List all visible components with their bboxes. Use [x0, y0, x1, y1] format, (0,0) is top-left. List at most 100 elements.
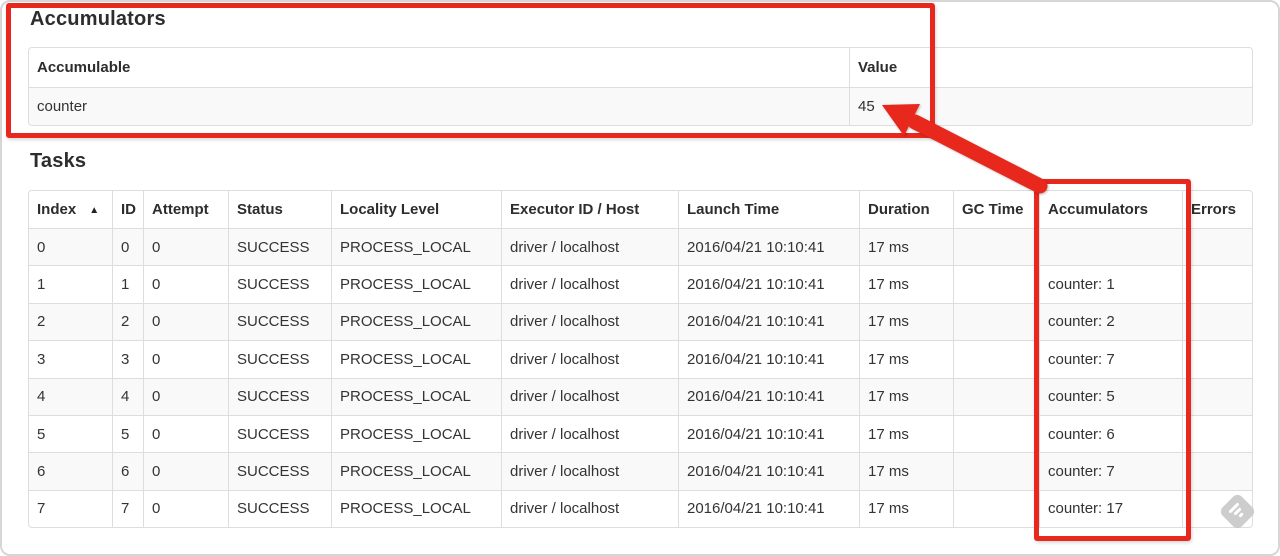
cell: PROCESS_LOCAL: [331, 452, 501, 490]
cell: driver / localhost: [501, 228, 678, 266]
cell: 7: [29, 489, 112, 527]
table-row: 3 3 0 SUCCESS PROCESS_LOCAL driver / localhos…: [29, 340, 1252, 378]
cell: [1182, 452, 1252, 490]
cell: 0: [143, 265, 228, 303]
cell: 5: [29, 414, 112, 452]
tasks-section-heading: Tasks: [30, 150, 87, 172]
cell: counter: 7: [1039, 340, 1182, 378]
cell: driver / localhost: [501, 452, 678, 490]
column-header-locality-level[interactable]: Locality Level: [331, 191, 501, 228]
table-row: 0 0 0 SUCCESS PROCESS_LOCAL driver / localhos…: [29, 228, 1252, 266]
column-header-index-label: Index: [37, 201, 77, 218]
cell: PROCESS_LOCAL: [331, 489, 501, 528]
cell: [1039, 228, 1182, 266]
cell: 6: [29, 452, 112, 490]
cell: 7: [112, 489, 143, 528]
column-header-status[interactable]: Status: [228, 191, 331, 228]
cell: 0: [143, 489, 228, 528]
cell: 2016/04/21 10:10:41: [678, 414, 859, 453]
cell: SUCCESS: [228, 265, 331, 303]
cell: 17 ms: [859, 452, 953, 490]
cell: 1: [29, 265, 112, 302]
cell: counter: 2: [1039, 302, 1182, 341]
cell: 5: [112, 414, 143, 453]
cell: [953, 414, 1039, 453]
cell: 4: [29, 377, 112, 415]
cell: 0: [143, 414, 228, 453]
cell: 2: [112, 302, 143, 341]
column-header-attempt[interactable]: Attempt: [143, 191, 228, 228]
cell: 6: [112, 452, 143, 490]
table-row: 6 6 0 SUCCESS PROCESS_LOCAL driver / localhos…: [29, 452, 1252, 490]
cell: [953, 489, 1039, 528]
cell: SUCCESS: [228, 489, 331, 528]
cell: 2016/04/21 10:10:41: [678, 228, 859, 266]
cell: 3: [29, 340, 112, 377]
column-header-launch-time[interactable]: Launch Time: [678, 191, 859, 228]
cell: 2: [29, 302, 112, 341]
cell: 0: [143, 377, 228, 415]
table-header-row: Accumulable Value: [29, 48, 1252, 87]
column-header-value: Value: [849, 48, 1252, 87]
cell: counter: 7: [1039, 452, 1182, 490]
cell: SUCCESS: [228, 452, 331, 490]
sort-ascending-icon: ▲: [89, 205, 100, 216]
cell: PROCESS_LOCAL: [331, 340, 501, 378]
accumulators-section-heading: Accumulators: [30, 8, 166, 30]
cell: driver / localhost: [501, 302, 678, 341]
column-header-executor-id-host[interactable]: Executor ID / Host: [501, 191, 678, 228]
cell: 2016/04/21 10:10:41: [678, 489, 859, 528]
tasks-table: Index ▲ ID Attempt Status Locality Level …: [28, 190, 1253, 529]
cell: [1182, 377, 1252, 415]
column-header-index[interactable]: Index ▲: [29, 191, 112, 228]
table-row: 7 7 0 SUCCESS PROCESS_LOCAL driver / localhos…: [29, 489, 1252, 528]
table-row: 4 4 0 SUCCESS PROCESS_LOCAL driver / localhos…: [29, 377, 1252, 415]
cell: [1182, 302, 1252, 341]
cell: 17 ms: [859, 414, 953, 453]
cell: 17 ms: [859, 377, 953, 415]
cell: [953, 228, 1039, 266]
cell: SUCCESS: [228, 414, 331, 453]
cell: SUCCESS: [228, 302, 331, 341]
column-header-accumulators[interactable]: Accumulators: [1039, 191, 1182, 228]
cell: driver / localhost: [501, 265, 678, 303]
cell: 4: [112, 377, 143, 415]
cell: 0: [143, 340, 228, 378]
column-header-duration[interactable]: Duration: [859, 191, 953, 228]
column-header-accumulable: Accumulable: [29, 48, 849, 87]
cell: [1182, 340, 1252, 378]
cell: SUCCESS: [228, 228, 331, 266]
cell: SUCCESS: [228, 340, 331, 378]
cell: PROCESS_LOCAL: [331, 414, 501, 453]
cell: [953, 377, 1039, 415]
cell: [953, 452, 1039, 490]
cell: PROCESS_LOCAL: [331, 228, 501, 266]
cell: driver / localhost: [501, 377, 678, 415]
cell: 2016/04/21 10:10:41: [678, 377, 859, 415]
cell: 17 ms: [859, 265, 953, 303]
cell: [1182, 265, 1252, 303]
cell: 0: [112, 228, 143, 266]
column-header-id[interactable]: ID: [112, 191, 143, 228]
table-header-row: Index ▲ ID Attempt Status Locality Level …: [29, 191, 1252, 228]
table-row: 2 2 0 SUCCESS PROCESS_LOCAL driver / localhos…: [29, 302, 1252, 341]
cell: counter: [29, 87, 849, 125]
cell: 0: [143, 452, 228, 490]
cell: 0: [29, 228, 112, 266]
accumulators-table: Accumulable Value counter 45: [28, 47, 1253, 126]
column-header-gc-time[interactable]: GC Time: [953, 191, 1039, 228]
cell: 1: [112, 265, 143, 303]
cell: PROCESS_LOCAL: [331, 377, 501, 415]
cell: 17 ms: [859, 489, 953, 528]
cell: counter: 6: [1039, 414, 1182, 453]
cell: driver / localhost: [501, 489, 678, 528]
column-header-errors[interactable]: Errors: [1182, 191, 1252, 228]
cell: [953, 302, 1039, 341]
cell: SUCCESS: [228, 377, 331, 415]
cell: 45: [849, 87, 1252, 125]
cell: 17 ms: [859, 228, 953, 266]
cell: counter: 17: [1039, 489, 1182, 528]
cell: 3: [112, 340, 143, 378]
cell: [1182, 228, 1252, 266]
cell: 0: [143, 302, 228, 341]
